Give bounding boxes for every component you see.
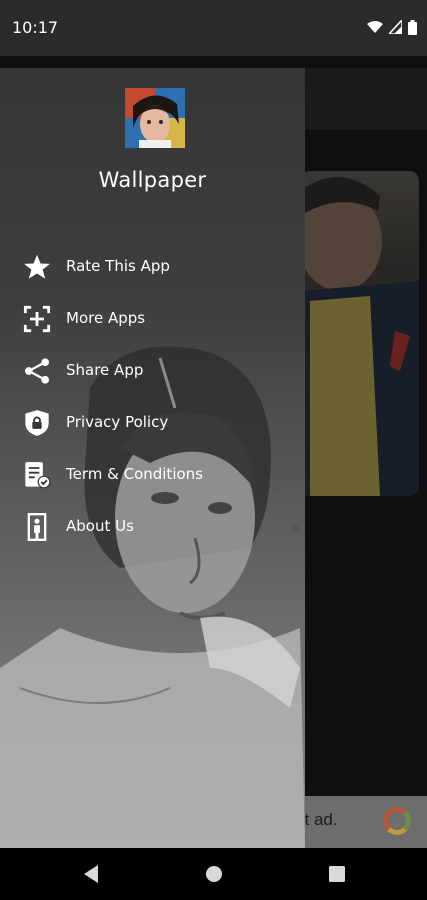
menu-item-about-us[interactable]: About Us	[0, 500, 305, 552]
menu-label: More Apps	[66, 309, 146, 327]
navigation-drawer: Wallpaper Rate This App More Apps Share …	[0, 68, 305, 848]
menu-item-privacy-policy[interactable]: Privacy Policy	[0, 396, 305, 448]
drawer-header: Wallpaper	[0, 68, 305, 218]
menu-item-terms-conditions[interactable]: Term & Conditions	[0, 448, 305, 500]
status-time: 10:17	[12, 18, 59, 37]
wifi-icon	[367, 21, 383, 33]
battery-icon	[408, 19, 417, 35]
document-check-icon	[23, 461, 51, 489]
system-navigation-bar	[0, 848, 427, 900]
signal-icon	[389, 20, 402, 34]
menu-label: About Us	[66, 517, 134, 535]
person-door-icon	[23, 513, 51, 541]
share-icon	[23, 357, 51, 385]
menu-label: Rate This App	[66, 257, 170, 275]
status-icons	[367, 19, 417, 35]
menu-label: Term & Conditions	[66, 465, 203, 483]
home-icon[interactable]	[202, 862, 226, 886]
menu-item-more-apps[interactable]: More Apps	[0, 292, 305, 344]
drawer-menu: Rate This App More Apps Share App Privac…	[0, 240, 305, 552]
menu-label: Privacy Policy	[66, 413, 169, 431]
ad-logo-icon	[383, 807, 411, 835]
menu-item-share-app[interactable]: Share App	[0, 344, 305, 396]
wallpaper-thumbnail	[300, 171, 419, 496]
shield-lock-icon	[23, 409, 51, 437]
star-icon	[23, 253, 51, 281]
app-logo	[125, 88, 185, 148]
back-icon[interactable]	[80, 862, 104, 886]
app-name: Wallpaper	[98, 168, 207, 192]
status-bar: 10:17	[0, 0, 427, 56]
apps-scan-icon	[23, 305, 51, 333]
menu-label: Share App	[66, 361, 144, 379]
menu-item-rate-app[interactable]: Rate This App	[0, 240, 305, 292]
recents-icon[interactable]	[325, 862, 349, 886]
